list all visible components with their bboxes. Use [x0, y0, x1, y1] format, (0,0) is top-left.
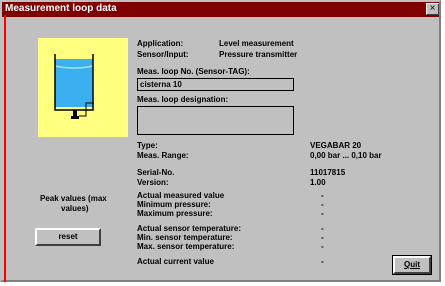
- temperature-label-2: Max. sensor temperature:: [137, 242, 235, 251]
- quit-button[interactable]: Quit: [393, 256, 431, 274]
- measured-label-1: Minimum pressure:: [137, 200, 211, 209]
- version-label: Version:: [137, 178, 169, 187]
- temperature-value-2: -: [321, 242, 324, 251]
- close-button[interactable]: ×: [426, 3, 439, 15]
- measured-label-2: Maximum pressure:: [137, 209, 213, 218]
- quit-button-frame: Quit: [392, 255, 432, 275]
- sensor-input-label: Sensor/Input:: [137, 50, 189, 59]
- loop-no-field[interactable]: cisterna 10: [137, 78, 294, 91]
- measured-label-0: Actual measured value: [137, 191, 225, 200]
- reset-button[interactable]: reset: [35, 228, 101, 246]
- temperature-label-1: Min. sensor temperature:: [137, 233, 233, 242]
- peak-values-title-line2: values): [61, 204, 89, 213]
- temperature-value-1: -: [321, 233, 324, 242]
- serial-value: 11017815: [310, 168, 346, 177]
- loop-no-label: Meas. loop No. (Sensor-TAG):: [137, 67, 250, 76]
- temperature-value-0: -: [321, 224, 324, 233]
- tank-illustration: [38, 38, 128, 137]
- type-value: VEGABAR 20: [310, 141, 362, 150]
- sensor-head: [71, 116, 79, 119]
- application-label: Application:: [137, 39, 184, 48]
- current-label: Actual current value: [137, 257, 214, 266]
- sensor-stem: [73, 110, 77, 116]
- type-label: Type:: [137, 141, 158, 150]
- range-value: 0,00 bar ... 0,10 bar: [310, 151, 382, 160]
- application-value: Level measurement: [219, 39, 294, 48]
- sensor-input-value: Pressure transmitter: [219, 50, 298, 59]
- designation-label: Meas. loop designation:: [137, 95, 229, 104]
- version-value: 1.00: [310, 178, 326, 187]
- designation-field[interactable]: [137, 106, 294, 135]
- temperature-label-0: Actual sensor temperature:: [137, 224, 242, 233]
- measured-value-0: -: [321, 191, 324, 200]
- window-title: Measurement loop data: [5, 3, 117, 14]
- measured-value-2: -: [321, 209, 324, 218]
- tank-icon: [54, 54, 94, 119]
- liquid-fill: [55, 59, 93, 107]
- serial-label: Serial-No.: [137, 168, 175, 177]
- measured-value-1: -: [321, 200, 324, 209]
- peak-values-title-line1: Peak values (max: [40, 194, 107, 203]
- client-area: Application: Level measurement Sensor/In…: [6, 15, 437, 278]
- range-label: Meas. Range:: [137, 151, 189, 160]
- current-value: -: [321, 257, 324, 266]
